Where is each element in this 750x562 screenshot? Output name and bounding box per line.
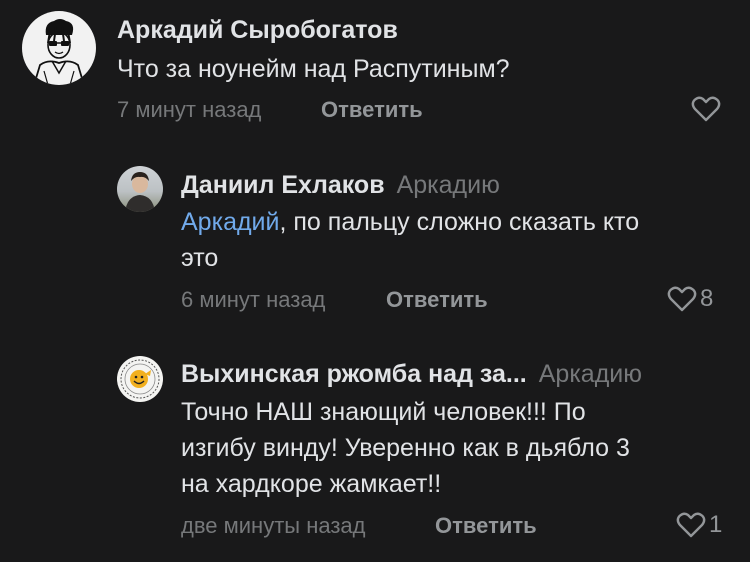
heart-outline-icon: [667, 286, 697, 312]
comment-text: Что за ноунейм над Распутиным?: [117, 51, 510, 87]
comment-author: Даниил Ехлаков Аркадию: [181, 171, 500, 200]
reply-button[interactable]: Ответить: [386, 287, 488, 313]
mention-link[interactable]: Аркадий: [181, 208, 280, 236]
like-count: 1: [709, 511, 723, 538]
comment-text: Точно НАШ знающий человек!!! По изгибу в…: [181, 394, 630, 502]
reply-to-label[interactable]: Аркадию: [539, 360, 642, 388]
comment-text: Аркадий, по пальцу сложно сказать кто эт…: [181, 204, 639, 276]
like-button[interactable]: [691, 96, 721, 122]
reply-button[interactable]: Ответить: [435, 513, 537, 539]
heart-outline-icon: [691, 96, 721, 122]
reply-to-label[interactable]: Аркадию: [397, 171, 500, 199]
comment-text-line: , по пальцу сложно сказать кто: [279, 208, 640, 236]
author-name[interactable]: Даниил Ехлаков: [181, 171, 385, 199]
user-photo-icon: [125, 172, 155, 212]
avatar-vykhinskaya[interactable]: [117, 356, 163, 402]
like-count: 8: [700, 285, 714, 312]
comment-text-line: на хардкоре жамкает!!: [181, 470, 442, 498]
comment-author[interactable]: Аркадий Сыробогатов: [117, 16, 398, 45]
comment-text-line: это: [181, 244, 219, 272]
author-name[interactable]: Выхинская ржомба над за...: [181, 360, 527, 388]
avatar-arkadiy[interactable]: [22, 11, 96, 85]
comment-time: 7 минут назад: [117, 97, 262, 122]
avatar-daniil[interactable]: [117, 166, 163, 212]
comment-time: 6 минут назад: [181, 287, 326, 312]
community-logo-icon: [120, 359, 160, 399]
heart-outline-icon: [676, 512, 706, 538]
reply-button[interactable]: Ответить: [321, 97, 423, 123]
comment-time: две минуты назад: [181, 513, 366, 538]
comment-author: Выхинская ржомба над за... Аркадию: [181, 360, 642, 389]
sketch-portrait-icon: [33, 19, 85, 85]
like-button[interactable]: 8: [667, 285, 713, 313]
comment-text-line: Что за ноунейм над Распутиным?: [117, 55, 510, 83]
comment-text-line: изгибу винду! Уверенно как в дьябло 3: [181, 434, 630, 462]
comment-text-line: Точно НАШ знающий человек!!! По: [181, 398, 586, 426]
author-name[interactable]: Аркадий Сыробогатов: [117, 16, 398, 44]
like-button[interactable]: 1: [676, 511, 722, 539]
